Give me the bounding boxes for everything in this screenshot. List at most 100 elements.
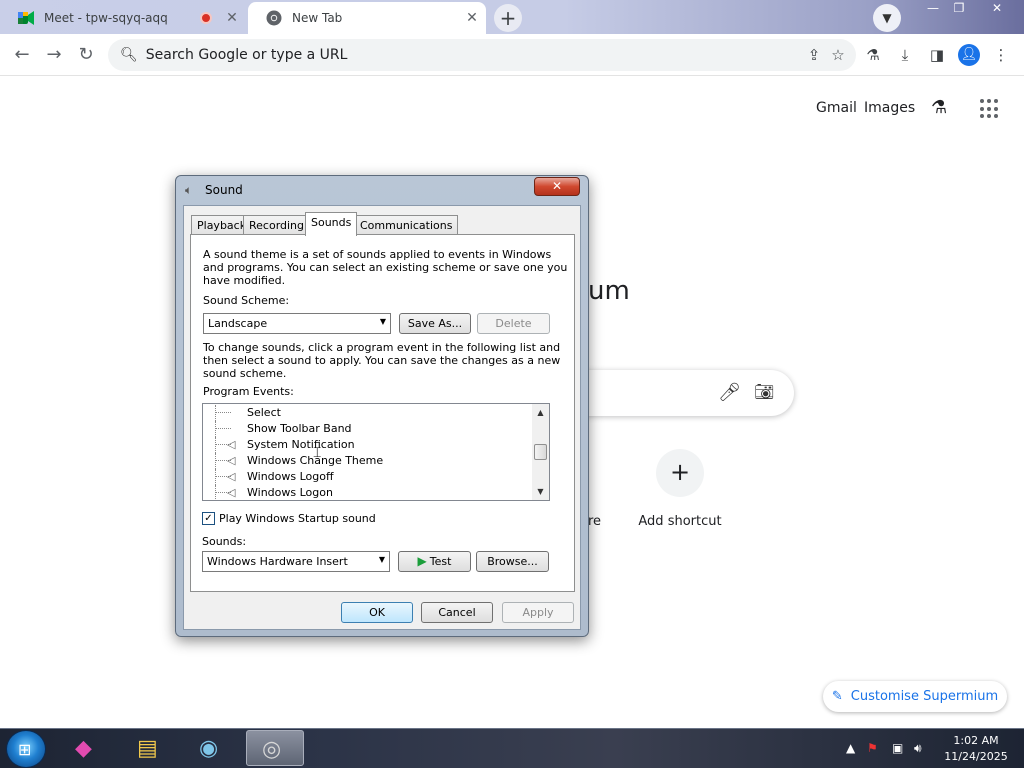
- change-line-2: then select a sound to apply. You can sa…: [203, 354, 561, 367]
- new-tab-button[interactable]: +: [494, 4, 522, 32]
- side-panel-icon[interactable]: ◨: [926, 44, 948, 66]
- list-item[interactable]: ◁ Windows Change Theme: [203, 453, 533, 469]
- speaker-icon: ◁: [227, 470, 236, 483]
- profile-avatar-icon[interactable]: 👤︎: [958, 44, 980, 66]
- delete-button[interactable]: Delete: [477, 313, 550, 334]
- tree-line: [215, 437, 216, 453]
- tab-sounds[interactable]: Sounds: [305, 212, 358, 236]
- maximize-button[interactable]: ❐: [946, 0, 972, 18]
- add-shortcut-button[interactable]: +: [656, 449, 704, 497]
- windows-logo-icon: ⊞: [18, 740, 32, 759]
- folder-icon: ▤: [137, 736, 158, 761]
- shortcut-label-partial: re: [588, 514, 602, 529]
- speaker-icon: ◁: [227, 486, 236, 499]
- events-scrollbar[interactable]: ▲ ▼: [532, 404, 549, 500]
- list-item[interactable]: ◁ Windows Logon: [203, 485, 533, 500]
- dropdown-arrow-icon: ▼: [378, 555, 385, 564]
- labs-flask-icon[interactable]: ⚗: [931, 97, 947, 118]
- chromium-icon: [266, 10, 282, 26]
- omnibox-placeholder: Search Google or type a URL: [145, 47, 348, 63]
- share-icon[interactable]: ⇪: [803, 44, 825, 66]
- ok-button[interactable]: OK: [341, 602, 413, 623]
- tab-close-icon[interactable]: ✕: [218, 10, 246, 26]
- bookmark-star-icon[interactable]: ☆: [827, 44, 849, 66]
- taskbar-explorer[interactable]: ▤: [122, 730, 180, 766]
- microphone-icon[interactable]: 🎤︎: [718, 382, 741, 403]
- add-shortcut-label[interactable]: Add shortcut: [630, 514, 730, 529]
- play-icon: ▶: [417, 554, 427, 568]
- tab-new-tab[interactable]: New Tab ✕: [248, 2, 486, 34]
- cancel-button[interactable]: Cancel: [421, 602, 493, 623]
- test-button[interactable]: ▶ Test: [398, 551, 471, 572]
- startup-sound-label[interactable]: Play Windows Startup sound: [219, 512, 376, 525]
- labs-flask-icon[interactable]: ⚗: [862, 44, 884, 66]
- tray-expand-icon[interactable]: ▲: [846, 741, 855, 755]
- intro-line-2: and programs. You can select an existing…: [203, 261, 568, 274]
- camera-icon[interactable]: 📷︎: [754, 382, 774, 401]
- window-close-button[interactable]: ✕: [984, 0, 1010, 18]
- menu-kebab-icon[interactable]: ⋮: [990, 44, 1012, 66]
- intro-line-3: have modified.: [203, 274, 286, 287]
- minimize-button[interactable]: —: [920, 0, 946, 18]
- tree-line: [215, 485, 216, 500]
- volume-icon[interactable]: 🔊︎: [914, 741, 922, 756]
- scheme-select[interactable]: Landscape ▼: [203, 313, 391, 334]
- list-item[interactable]: ◁ Windows Logoff: [203, 469, 533, 485]
- checkmark-icon: ✓: [204, 513, 213, 524]
- list-item[interactable]: ◁ System Notification: [203, 437, 533, 453]
- dialog-title: Sound: [205, 183, 243, 197]
- scroll-thumb[interactable]: [534, 444, 547, 460]
- gmail-link[interactable]: Gmail: [816, 100, 857, 116]
- clock-date: 11/24/2025: [944, 750, 1008, 763]
- clock[interactable]: 1:02 AM 11/24/2025: [940, 733, 1012, 765]
- pencil-icon: ✎: [831, 689, 843, 704]
- scroll-up-icon[interactable]: ▲: [532, 404, 549, 421]
- action-center-flag-icon[interactable]: ⚑: [867, 741, 878, 755]
- scroll-down-icon[interactable]: ▼: [532, 483, 549, 500]
- images-link[interactable]: Images: [864, 100, 915, 116]
- ntp-logo-text: um: [588, 276, 630, 306]
- customise-button[interactable]: ✎ Customise Supermium: [823, 681, 1007, 712]
- clock-time: 1:02 AM: [953, 734, 999, 747]
- sound-select[interactable]: Windows Hardware Insert ▼: [202, 551, 390, 572]
- scheme-value: Landscape: [208, 317, 268, 330]
- tab-strip: Meet - tpw-sqyq-aqq ✕ New Tab ✕ + ▼ — ❐ …: [0, 0, 1024, 34]
- tree-line: [215, 412, 231, 413]
- save-as-button[interactable]: Save As...: [399, 313, 471, 334]
- taskbar-sound[interactable]: ◎: [246, 730, 304, 766]
- network-icon[interactable]: ▣: [892, 741, 903, 755]
- program-events-list[interactable]: Select Show Toolbar Band ◁ System Notifi…: [202, 403, 550, 501]
- list-item[interactable]: Show Toolbar Band: [203, 421, 533, 437]
- tab-title: New Tab: [292, 11, 343, 25]
- forward-arrow-icon[interactable]: →: [42, 44, 66, 68]
- dialog-close-button[interactable]: ✕: [534, 177, 580, 196]
- taskbar-app-cube[interactable]: ◆: [60, 730, 118, 766]
- speaker-icon: ◁: [227, 438, 236, 451]
- reload-icon[interactable]: ↻: [74, 44, 98, 68]
- taskbar-browser[interactable]: ◉: [184, 730, 242, 766]
- back-arrow-icon[interactable]: ←: [10, 44, 34, 68]
- tab-close-icon[interactable]: ✕: [458, 10, 486, 26]
- recording-indicator-icon: [200, 12, 212, 24]
- chevron-down-icon: ▼: [882, 11, 892, 25]
- dropdown-arrow-icon: ▼: [379, 317, 386, 326]
- events-label: Program Events:: [203, 385, 294, 398]
- dialog-titlebar[interactable]: 🔈︎ Sound ✕: [176, 176, 588, 204]
- apply-button[interactable]: Apply: [502, 602, 574, 623]
- startup-sound-checkbox[interactable]: ✓: [202, 512, 215, 525]
- browse-button[interactable]: Browse...: [476, 551, 549, 572]
- omnibox[interactable]: 🔍︎ Search Google or type a URL: [108, 39, 856, 71]
- tab-search-button[interactable]: ▼: [873, 4, 901, 32]
- tab-communications[interactable]: Communications: [354, 215, 459, 235]
- speaker-icon: ◁: [227, 454, 236, 467]
- list-item[interactable]: Select: [203, 405, 533, 421]
- change-line-1: To change sounds, click a program event …: [203, 341, 561, 354]
- tab-meet[interactable]: Meet - tpw-sqyq-aqq ✕: [0, 2, 246, 34]
- apps-grid-icon[interactable]: [980, 99, 1000, 119]
- mouse-cursor-icon: ⌶: [313, 445, 322, 461]
- start-button[interactable]: ⊞: [6, 730, 46, 768]
- download-icon[interactable]: ⤓: [894, 44, 916, 66]
- tab-recording[interactable]: Recording: [243, 215, 311, 235]
- event-label: Show Toolbar Band: [247, 422, 352, 435]
- tree-line: [215, 405, 216, 421]
